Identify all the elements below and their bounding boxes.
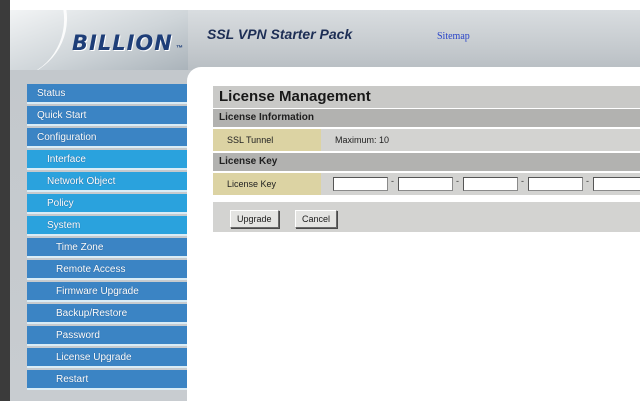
window-border [0,0,10,401]
sidebar-item-label: Configuration [37,132,97,143]
sidebar-item-label: Policy [47,198,74,209]
section-license-key: License Key [213,153,640,171]
sidebar-item-restart[interactable]: Restart [27,370,187,390]
sidebar-item-firmware-upgrade[interactable]: Firmware Upgrade [27,282,187,302]
license-key-field-2[interactable] [398,177,453,191]
sidebar-item-password[interactable]: Password [27,326,187,346]
sitemap-link[interactable]: Sitemap [437,31,470,42]
button-bar: Upgrade Cancel [213,202,640,232]
sidebar-item-quick-start[interactable]: Quick Start [27,106,187,126]
sidebar-item-label: Quick Start [37,110,87,121]
license-key-field-5[interactable] [593,177,640,191]
sidebar-item-time-zone[interactable]: Time Zone [27,238,187,258]
sidebar-item-label: License Upgrade [56,352,132,363]
license-key-field-3[interactable] [463,177,518,191]
sidebar-item-interface[interactable]: Interface [27,150,187,170]
sidebar-item-system[interactable]: System [27,216,187,236]
sidebar-item-label: Interface [47,154,86,165]
sidebar-item-label: Status [37,88,66,99]
logo-text: BILLION [72,31,173,55]
sidebar-item-configuration[interactable]: Configuration [27,128,187,148]
sidebar-item-remote-access[interactable]: Remote Access [27,260,187,280]
sidebar-item-backup-restore[interactable]: Backup/Restore [27,304,187,324]
license-key-field-1[interactable] [333,177,388,191]
sidebar-item-label: Network Object [47,176,116,187]
license-key-field-4[interactable] [528,177,583,191]
sidebar-item-label: System [47,220,81,231]
upgrade-button[interactable]: Upgrade [230,210,279,228]
key-separator: - [521,176,524,186]
logo-swoosh-icon [10,10,77,70]
logo-trademark: ™ [176,45,183,52]
sidebar-item-label: Remote Access [56,264,126,275]
sidebar-item-status[interactable]: Status [27,84,187,104]
sidebar-item-network-object[interactable]: Network Object [27,172,187,192]
ssl-tunnel-row: SSL Tunnel Maximum: 10 [213,129,640,151]
sidebar-item-license-upgrade[interactable]: License Upgrade [27,348,187,368]
sidebar-item-label: Time Zone [56,242,104,253]
key-separator: - [456,176,459,186]
app-window: BILLION ™ SSL VPN Starter Pack Sitemap S… [0,0,640,401]
ssl-tunnel-value: Maximum: 10 [335,135,390,145]
license-key-row: License Key - - - - [213,173,640,195]
sidebar-nav: Status Quick Start Configuration Interfa… [27,84,187,401]
sidebar-item-label: Password [56,330,100,341]
sidebar-item-label: Restart [56,374,89,385]
key-separator: - [586,176,589,186]
ssl-tunnel-label: SSL Tunnel [213,129,321,151]
license-key-label: License Key [213,173,321,195]
page-title: License Management [213,86,640,108]
cancel-button[interactable]: Cancel [295,210,338,228]
sidebar-item-label: Firmware Upgrade [56,286,139,297]
brand-logo: BILLION ™ [10,10,188,70]
app-title: SSL VPN Starter Pack [207,26,353,42]
sidebar-item-policy[interactable]: Policy [27,194,187,214]
section-license-information: License Information [213,109,640,127]
sidebar-item-label: Backup/Restore [56,308,128,319]
key-separator: - [391,176,394,186]
